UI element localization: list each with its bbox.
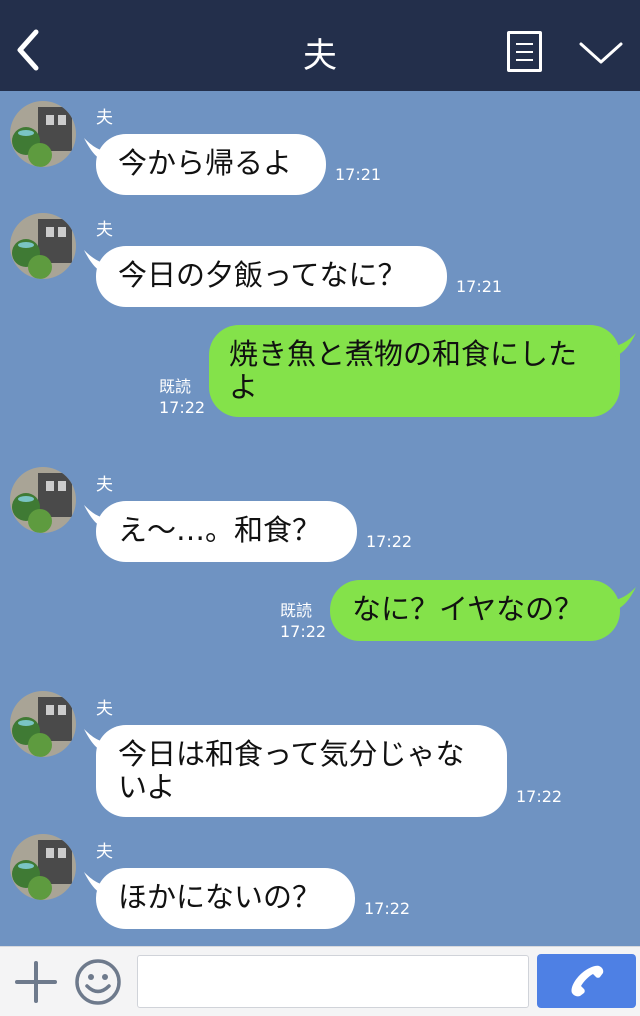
- message-time: 17:22: [280, 622, 327, 641]
- avatar[interactable]: [10, 467, 76, 533]
- bubble-tail: [606, 333, 636, 359]
- message-time: 17:22: [366, 532, 413, 551]
- outgoing-message-bubble[interactable]: なに？イヤなの？: [330, 580, 620, 641]
- incoming-message-bubble[interactable]: え〜…。和食？: [96, 501, 357, 562]
- avatar[interactable]: [10, 213, 76, 279]
- message-time: 17:21: [456, 277, 503, 296]
- incoming-message-bubble[interactable]: ほかにないの？: [96, 868, 355, 929]
- message-time: 17:22: [516, 787, 563, 806]
- menu-icon[interactable]: [507, 31, 542, 72]
- emoji-icon[interactable]: [74, 958, 122, 1006]
- read-receipt: 既読 17:22: [280, 600, 326, 642]
- incoming-message-bubble[interactable]: 今から帰るよ: [96, 134, 326, 195]
- message-list[interactable]: 夫 今から帰るよ 17:21 夫 今日の夕飯ってなに？ 17:21 既読 17:…: [0, 91, 640, 946]
- read-status: 既読: [280, 601, 313, 620]
- message-composer: [0, 946, 640, 1016]
- outgoing-message-bubble[interactable]: 焼き魚と煮物の和食にしたよ: [209, 325, 620, 417]
- chat-title: 夫: [303, 36, 337, 76]
- message-time: 17:21: [335, 165, 382, 184]
- bubble-tail: [606, 587, 636, 613]
- chat-header: 夫: [0, 0, 640, 91]
- chevron-down-icon[interactable]: [578, 36, 624, 68]
- plus-icon[interactable]: [14, 960, 58, 1004]
- call-button[interactable]: [537, 954, 636, 1008]
- sender-name: 夫: [96, 220, 113, 240]
- sender-name: 夫: [96, 699, 113, 719]
- avatar[interactable]: [10, 691, 76, 757]
- incoming-message-bubble[interactable]: 今日の夕飯ってなに？: [96, 246, 447, 307]
- read-receipt: 既読 17:22: [159, 376, 205, 418]
- sender-name: 夫: [96, 108, 113, 128]
- sender-name: 夫: [96, 475, 113, 495]
- avatar[interactable]: [10, 834, 76, 900]
- avatar[interactable]: [10, 101, 76, 167]
- incoming-message-bubble[interactable]: 今日は和食って気分じゃないよ: [96, 725, 507, 817]
- message-input[interactable]: [137, 955, 529, 1008]
- phone-icon: [571, 965, 604, 997]
- message-time: 17:22: [159, 398, 206, 417]
- message-time: 17:22: [364, 899, 411, 918]
- read-status: 既読: [159, 377, 192, 396]
- sender-name: 夫: [96, 842, 113, 862]
